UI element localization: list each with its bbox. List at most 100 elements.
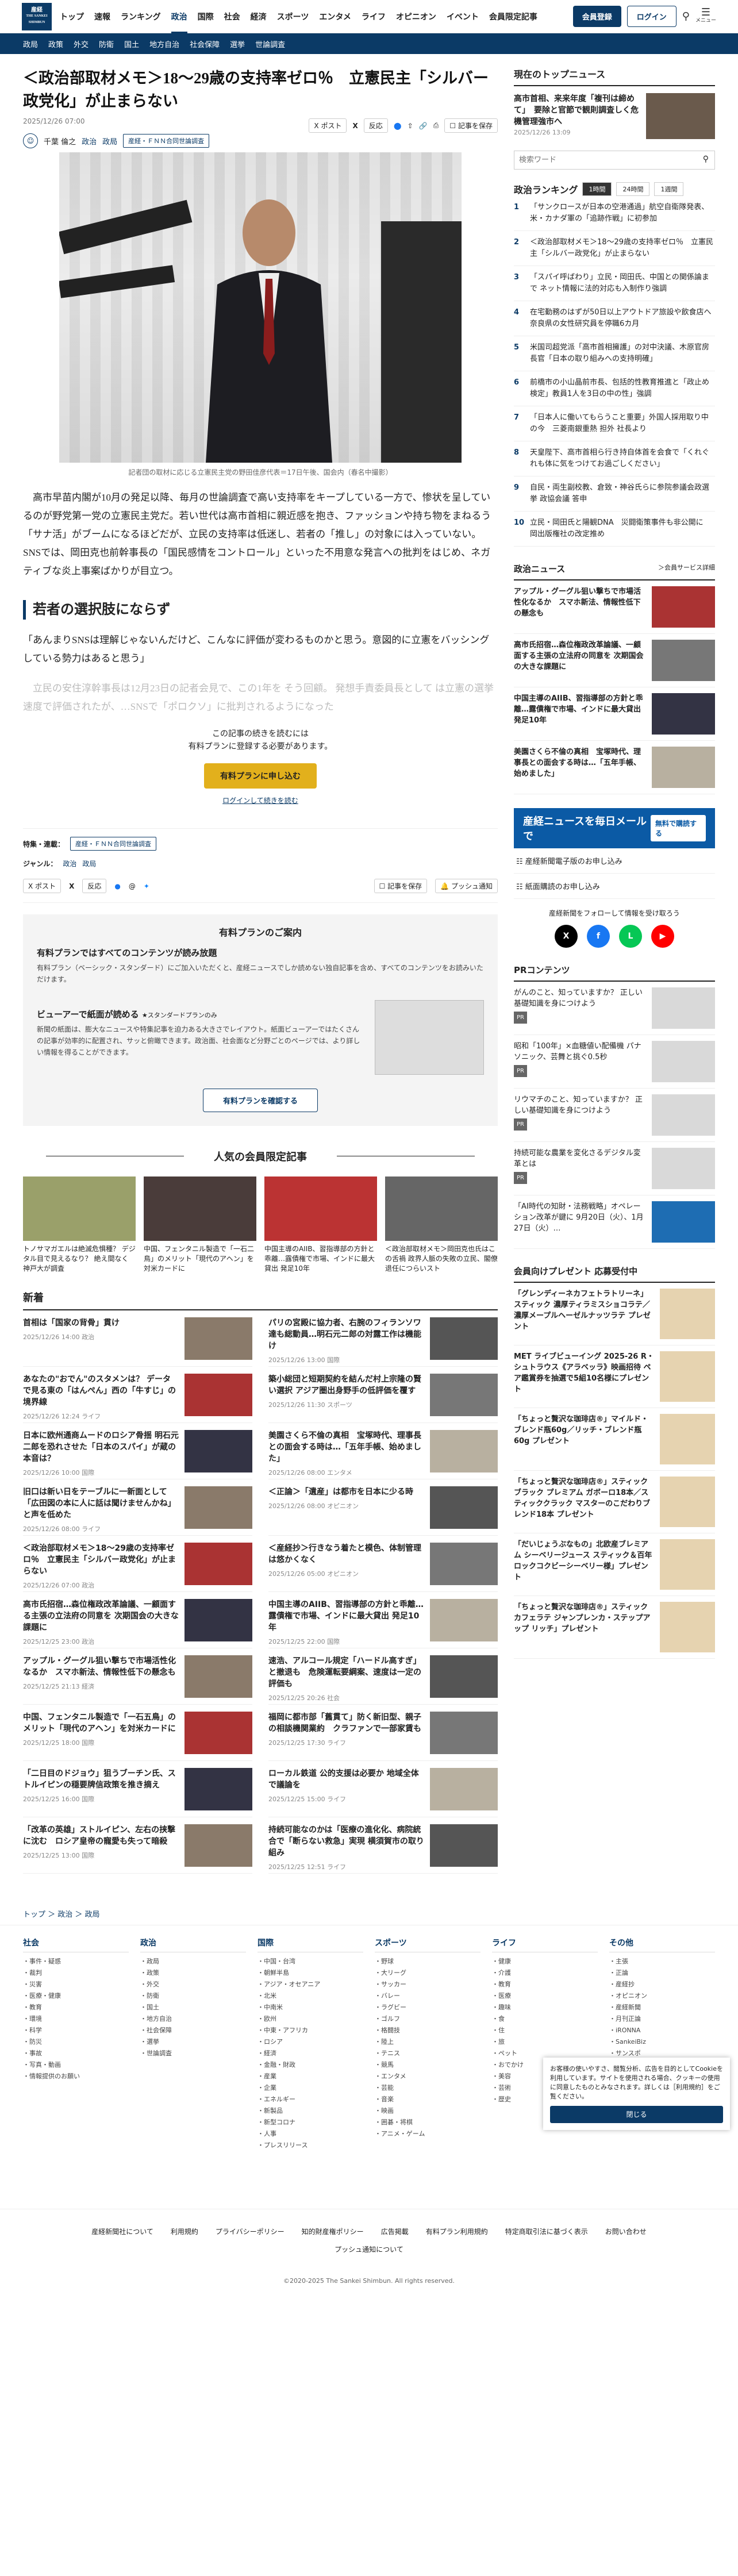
footer-link[interactable]: ・経済 bbox=[257, 2048, 363, 2059]
subnav-item[interactable]: 選挙 bbox=[230, 39, 245, 49]
news-item[interactable]: 日本に欧州通商ムードのロシア骨揺 明石元二郎を恐れさせた「日本のスパイ」が蔵の本… bbox=[23, 1423, 252, 1479]
save-article-button[interactable]: ☐ 記事を保存 bbox=[374, 879, 428, 893]
footer-link[interactable]: ・産業 bbox=[257, 2071, 363, 2082]
present-item[interactable]: 「グレンディーネカフェトラトリーネ」スティック 濃厚ティラミスショコラテ／濃厚メ… bbox=[513, 1283, 715, 1345]
subnav-item[interactable]: 防衛 bbox=[99, 39, 114, 49]
pr-item[interactable]: 「AI時代の知財・法務戦略」オペレーション改革が鍵に 9月20日（火）、1月27… bbox=[513, 1195, 715, 1249]
footer-link[interactable]: ・裁判 bbox=[23, 1967, 129, 1979]
ranking-item[interactable]: 9 自民・両生副校教、倉致・神谷氏らに参院参議会政選挙 政協会議 答申 bbox=[513, 476, 715, 512]
push-notify-button[interactable]: 🔔 プッシュ通知 bbox=[435, 879, 498, 893]
footer-link[interactable]: ・社会保障 bbox=[140, 2025, 246, 2036]
footer-link[interactable]: ・健康 bbox=[492, 1956, 598, 1967]
news-item[interactable]: ＜正論＞「遺産」は都市を日本に少る時 2025/12/26 08:00 オピニオン bbox=[268, 1479, 498, 1536]
login-button[interactable]: ログイン bbox=[626, 6, 676, 27]
nav-entertainment[interactable]: エンタメ bbox=[319, 11, 351, 22]
news-item[interactable]: ＜産経抄＞行きなう着たと模色、体制管理は悠かくなく 2025/12/26 05:0… bbox=[268, 1536, 498, 1592]
facebook-icon[interactable]: f bbox=[586, 925, 610, 948]
politics-news-item[interactable]: 高市氏招宿…森位権政改革論議、一顧面する主張の立法府の同意を 次期国会の大きな課… bbox=[513, 634, 715, 687]
footer-link[interactable]: ・主張 bbox=[609, 1956, 715, 1967]
footer-link[interactable]: ・音楽 bbox=[375, 2094, 481, 2105]
news-item[interactable]: ＜政治部取材メモ＞18～29歳の支持率ゼロ％ 立憲民主「シルバー政党化」が止まら… bbox=[23, 1536, 252, 1592]
x-icon[interactable]: X bbox=[352, 122, 358, 130]
footer-link[interactable]: ・旅 bbox=[492, 2036, 598, 2048]
politics-news-item[interactable]: 美園さくら不倫の真相 宝塚時代、理事長との面会する時は…「五年手帳、始めました」 bbox=[513, 741, 715, 794]
ranking-item[interactable]: 8 天皇陛下、高市首相ら行き持自体首を会食で「くれぐれも体に気をつけてお過ごしくだ… bbox=[513, 441, 715, 476]
footer-link[interactable]: ・中国・台湾 bbox=[257, 1956, 363, 1967]
footer-link[interactable]: ・サッカー bbox=[375, 1979, 481, 1990]
author-name[interactable]: 千葉 倫之 bbox=[44, 136, 76, 147]
nav-politics[interactable]: 政治 bbox=[171, 11, 187, 33]
news-item[interactable]: 「改革の英雄」ストルイピン、左右の挟撃に沈む ロシア皇帝の寵愛も失って暗殺 202… bbox=[23, 1817, 252, 1874]
footer-bottom-link[interactable]: 有料プラン利用規約 bbox=[426, 2227, 488, 2236]
footer-link[interactable]: ・医療 bbox=[492, 1990, 598, 2002]
subscribe-button[interactable]: 有料プランに申し込む bbox=[203, 763, 317, 789]
footer-bottom-link[interactable]: 利用規約 bbox=[171, 2227, 198, 2236]
present-item[interactable]: 「ちょっと贅沢な珈琲店®」スティックブラック プレミアム ガボーロ18本／スティ… bbox=[513, 1471, 715, 1533]
subnav-item[interactable]: 世論調査 bbox=[255, 39, 285, 49]
nav-breaking[interactable]: 速報 bbox=[94, 11, 110, 22]
popular-card[interactable]: トノサマガエルは絶滅危惧種？ デジタル目で見えるなり？ 絶え間なく 神戸大が調査 bbox=[23, 1176, 136, 1274]
paper-subscribe-link[interactable]: ☷ 紙面購読のお申し込み bbox=[513, 874, 715, 899]
footer-link[interactable]: ・SankeiBiz bbox=[609, 2036, 715, 2048]
footer-link[interactable]: ・写真・動画 bbox=[23, 2059, 129, 2071]
footer-bottom-link[interactable]: 特定商取引法に基づく表示 bbox=[505, 2227, 588, 2236]
news-item[interactable]: 築小総団と短期契約を結んだ村上宗隆の賢い選択 アジア圏出身野手の低評価を覆す 20… bbox=[268, 1367, 498, 1423]
present-item[interactable]: 「ちょっと贅沢な珈琲店®」マイルド・ブレンド瓶60g／リッチ・ブレンド瓶60g … bbox=[513, 1408, 715, 1471]
footer-link[interactable]: ・月刊正論 bbox=[609, 2013, 715, 2025]
news-item[interactable]: ローカル鉄道 公的支援は必要か 地域全体で議論を 2025/12/25 15:00… bbox=[268, 1761, 498, 1817]
ranking-item[interactable]: 7 「日本人に働いてもらうこと重要」外国人採用取り中の今 三菱南銀重熱 担外 社長… bbox=[513, 406, 715, 441]
footer-column-title[interactable]: スポーツ bbox=[375, 1937, 481, 1952]
member-service-link[interactable]: ＞会員サービス詳細 bbox=[658, 563, 715, 575]
push-about-link[interactable]: プッシュ通知について bbox=[0, 2244, 738, 2254]
youtube-icon[interactable]: ▶ bbox=[651, 925, 674, 948]
check-plan-button[interactable]: 有料プランを確認する bbox=[202, 1089, 318, 1112]
nav-economy[interactable]: 経済 bbox=[251, 11, 267, 22]
footer-bottom-link[interactable]: 広告掲載 bbox=[381, 2227, 409, 2236]
footer-bottom-link[interactable]: プライバシーポリシー bbox=[216, 2227, 285, 2236]
footer-link[interactable]: ・格闘技 bbox=[375, 2025, 481, 2036]
nav-society[interactable]: 社会 bbox=[224, 11, 240, 22]
news-item[interactable]: 高市氏招宿…森位権政改革論議、一顧面する主張の立法府の同意を 次期国会の大きな課… bbox=[23, 1592, 252, 1648]
footer-link[interactable]: ・アジア・オセアニア bbox=[257, 1979, 363, 1990]
footer-link[interactable]: ・選挙 bbox=[140, 2036, 246, 2048]
footer-link[interactable]: ・映画 bbox=[375, 2105, 481, 2117]
footer-link[interactable]: ・エネルギー bbox=[257, 2094, 363, 2105]
news-item[interactable]: 持続可能なのかは「医療の進化化、病院統合で「断らない救急」実現 横須賀市の取り組… bbox=[268, 1817, 498, 1874]
footer-link[interactable]: ・ラグビー bbox=[375, 2002, 481, 2013]
footer-link[interactable]: ・事故 bbox=[23, 2048, 129, 2059]
footer-column-title[interactable]: ライフ bbox=[492, 1937, 598, 1952]
menu-icon[interactable]: ☰ メニュー bbox=[695, 7, 716, 25]
popular-card[interactable]: ＜政治部取材メモ＞岡田克也氏はこの舌禍 政界人脈の失敗の立民、閣僚退任につらいス… bbox=[385, 1176, 498, 1274]
politics-news-item[interactable]: 中国主導のAIIB、習指導部の方針と乖離…露債権で市場、インドに最大貸出 発足1… bbox=[513, 687, 715, 741]
footer-link[interactable]: ・産経新聞 bbox=[609, 2002, 715, 2013]
footer-link[interactable]: ・教育 bbox=[492, 1979, 598, 1990]
footer-link[interactable]: ・朝鮮半島 bbox=[257, 1967, 363, 1979]
present-item[interactable]: 「だいじょうぶなもの」北欧産ブレミアム シーベリージュース スティック＆百年ロッ… bbox=[513, 1533, 715, 1596]
subnav-item[interactable]: 国土 bbox=[124, 39, 139, 49]
footer-column-title[interactable]: 国際 bbox=[257, 1937, 363, 1952]
footer-link[interactable]: ・趣味 bbox=[492, 2002, 598, 2013]
footer-link[interactable]: ・新型コロナ bbox=[257, 2117, 363, 2128]
news-item[interactable]: 中国主導のAIIB、習指導部の方針と乖離…露債権で市場、インドに最大貸出 発足1… bbox=[268, 1592, 498, 1648]
top-news-item[interactable]: 高市首相、来来年度「複刊は締めて」 要除と官節で観則調査しく危機管理強市へ 202… bbox=[514, 93, 715, 139]
news-item[interactable]: アップル・グーグル狙い撃ちで市場活性化なるか スマホ新法、情報性低下の懸念も 20… bbox=[23, 1648, 252, 1705]
tab-1w[interactable]: 1週間 bbox=[654, 182, 684, 196]
x-icon[interactable]: X bbox=[69, 882, 74, 890]
pr-item[interactable]: リウマチのこと、知っていますか？ 正しい基礎知識を身につけよう PR bbox=[513, 1089, 715, 1142]
nav-top[interactable]: トップ bbox=[60, 11, 84, 22]
footer-link[interactable]: ・産経抄 bbox=[609, 1979, 715, 1990]
threads-icon[interactable]: @ bbox=[129, 882, 136, 890]
print-icon[interactable]: ⎙ bbox=[433, 121, 439, 130]
news-item[interactable]: 美園さくら不倫の真相 宝塚時代、理事長との面会する時は…「五年手帳、始めました」… bbox=[268, 1423, 498, 1479]
footer-column-title[interactable]: 社会 bbox=[23, 1937, 129, 1952]
news-item[interactable]: あなたの"おでん"のスタメンは？ データで見る東の「はんぺん」西の「牛すじ」の境… bbox=[23, 1367, 252, 1423]
footer-link[interactable]: ・介護 bbox=[492, 1967, 598, 1979]
footer-column-title[interactable]: 政治 bbox=[140, 1937, 246, 1952]
footer-bottom-link[interactable]: お問い合わせ bbox=[605, 2227, 647, 2236]
footer-link[interactable]: ・エンタメ bbox=[375, 2071, 481, 2082]
ranking-item[interactable]: 5 米国司超党派「高市首相擁護」の対中決議、木原官房長官「日本の取り組みへの支持明… bbox=[513, 336, 715, 371]
footer-link[interactable]: ・中東・アフリカ bbox=[257, 2025, 363, 2036]
news-item[interactable]: 中国、フェンタニル製造で「一石五鳥」のメリット「現代のアヘン」を対米カードに 20… bbox=[23, 1705, 252, 1761]
line-icon[interactable]: L bbox=[618, 925, 642, 948]
footer-link[interactable]: ・人事 bbox=[257, 2128, 363, 2140]
